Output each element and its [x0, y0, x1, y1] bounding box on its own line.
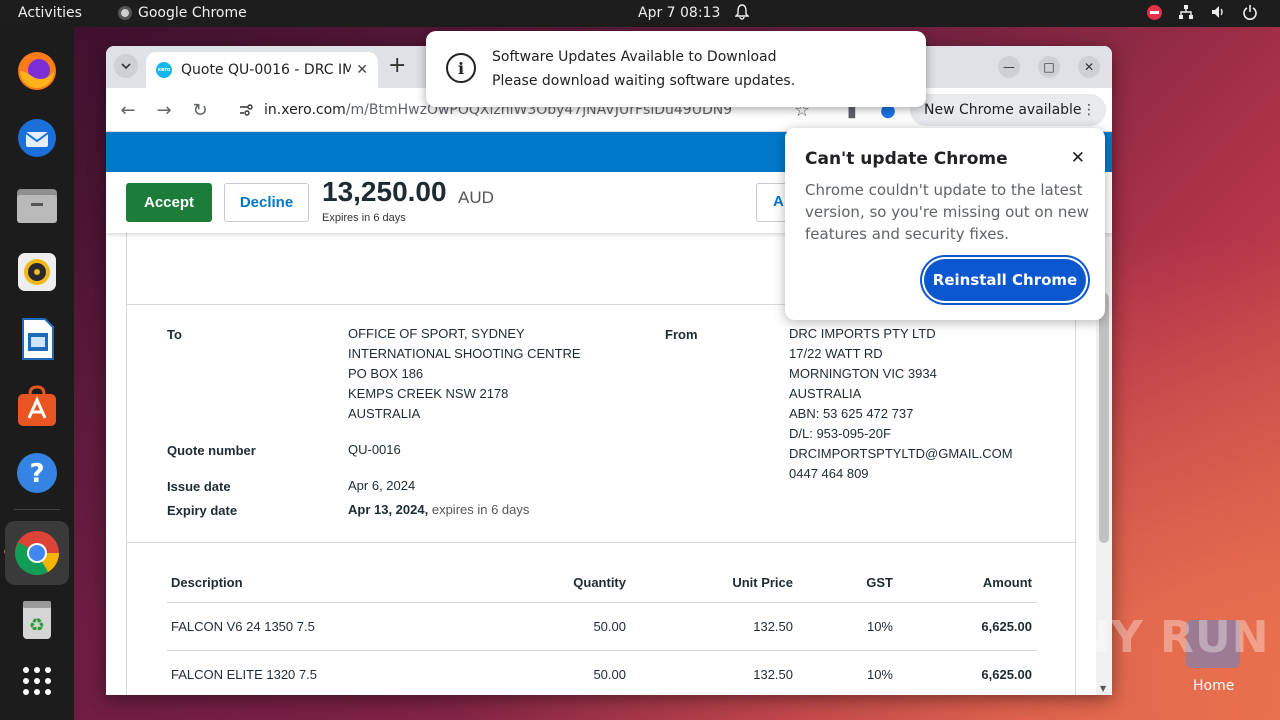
- show-apps-icon[interactable]: [13, 657, 61, 705]
- activities-button[interactable]: Activities: [18, 5, 82, 21]
- row-amount: 6,625.00: [981, 667, 1032, 682]
- firefox-icon[interactable]: [13, 47, 61, 95]
- tab-search-button[interactable]: [114, 54, 138, 78]
- row-gst: 10%: [866, 667, 893, 682]
- update-error-popover: Can't update Chrome ✕ Chrome couldn't up…: [785, 128, 1105, 320]
- from-label: From: [665, 327, 698, 342]
- quote-currency: AUD: [458, 188, 494, 207]
- new-tab-button[interactable]: +: [388, 55, 406, 77]
- row-description: FALCON V6 24 1350 7.5: [171, 619, 315, 634]
- files-icon[interactable]: [13, 181, 61, 229]
- dock-separator: [14, 509, 60, 510]
- libreoffice-writer-icon[interactable]: [13, 315, 61, 363]
- site-info-icon[interactable]: [238, 102, 254, 118]
- xero-favicon-icon: xero: [156, 62, 172, 78]
- row-unit-price: 132.50: [753, 619, 793, 634]
- maximize-button[interactable]: □: [1038, 56, 1060, 78]
- tab-close-icon[interactable]: ✕: [356, 62, 368, 78]
- update-notification[interactable]: i Software Updates Available to Download…: [426, 31, 926, 107]
- quote-total: 13,250.00: [322, 176, 447, 207]
- trash-icon[interactable]: ♻: [13, 595, 61, 643]
- scroll-down-arrow-icon[interactable]: ▼: [1100, 684, 1106, 693]
- bell-icon[interactable]: [735, 4, 749, 20]
- notification-title: Software Updates Available to Download: [492, 49, 777, 65]
- app-center-icon[interactable]: [13, 382, 61, 430]
- row-quantity: 50.00: [593, 619, 626, 634]
- chrome-icon[interactable]: [5, 521, 69, 585]
- rhythmbox-icon[interactable]: [13, 248, 61, 296]
- to-address: OFFICE OF SPORT, SYDNEY INTERNATIONAL SH…: [348, 326, 581, 421]
- popover-body: Chrome couldn't update to the latest ver…: [805, 181, 1089, 243]
- close-window-button[interactable]: ✕: [1078, 56, 1100, 78]
- expiry-date-value: Apr 13, 2024, expires in 6 days: [348, 502, 530, 517]
- do-not-disturb-icon[interactable]: [1146, 4, 1162, 20]
- table-header-divider: [167, 602, 1037, 603]
- notification-body: Please download waiting software updates…: [492, 73, 796, 89]
- col-description: Description: [171, 575, 243, 590]
- decline-button[interactable]: Decline: [224, 183, 309, 222]
- more-menu-icon[interactable]: ⋮: [1082, 102, 1096, 118]
- svg-text:?: ?: [29, 459, 44, 489]
- row-unit-price: 132.50: [753, 667, 793, 682]
- scrollbar-thumb[interactable]: [1099, 293, 1109, 543]
- close-popover-icon[interactable]: ✕: [1071, 148, 1085, 168]
- row-gst: 10%: [866, 619, 893, 634]
- tab-title: Quote QU-0016 - DRC IMPORTS PTY LTD: [181, 62, 351, 78]
- thunderbird-icon[interactable]: [13, 114, 61, 162]
- from-address: DRC IMPORTS PTY LTD 17/22 WATT RD MORNIN…: [789, 326, 1013, 481]
- clock[interactable]: Apr 7 08:13: [638, 5, 720, 21]
- info-icon: i: [446, 53, 476, 83]
- col-gst: GST: [866, 575, 893, 590]
- back-button[interactable]: ←: [118, 100, 138, 121]
- forward-button[interactable]: →: [154, 100, 174, 121]
- top-bar: Activities Google Chrome Apr 7 08:13: [0, 0, 1280, 27]
- app-name: Google Chrome: [138, 5, 247, 21]
- anyrun-watermark: ANY RUN: [1038, 612, 1270, 663]
- new-chrome-available-button[interactable]: New Chrome available ⋮: [910, 94, 1106, 126]
- help-icon[interactable]: ?: [13, 449, 61, 497]
- home-label: Home: [1193, 678, 1235, 694]
- row-amount: 6,625.00: [981, 619, 1032, 634]
- expires-text: Expires in 6 days: [322, 212, 406, 224]
- divider: [127, 542, 1077, 543]
- chevron-down-icon: [121, 63, 131, 70]
- minimize-button[interactable]: —: [998, 56, 1020, 78]
- issue-date-value: Apr 6, 2024: [348, 478, 416, 493]
- new-chrome-label: New Chrome available: [924, 102, 1082, 118]
- issue-date-label: Issue date: [167, 479, 231, 494]
- expiry-date-label: Expiry date: [167, 503, 238, 518]
- tab-quote[interactable]: xero Quote QU-0016 - DRC IMPORTS PTY LTD…: [146, 52, 378, 88]
- accept-button[interactable]: Accept: [126, 183, 212, 222]
- network-icon[interactable]: [1178, 4, 1194, 20]
- reinstall-chrome-button[interactable]: Reinstall Chrome: [924, 259, 1086, 301]
- to-label: To: [167, 327, 182, 342]
- power-icon[interactable]: [1242, 4, 1258, 20]
- quote-number-value: QU-0016: [348, 442, 401, 457]
- row-quantity: 50.00: [593, 667, 626, 682]
- svg-text:♻: ♻: [29, 615, 45, 636]
- row-divider: [167, 650, 1037, 651]
- volume-icon[interactable]: [1210, 4, 1226, 20]
- chrome-small-icon: [118, 6, 132, 20]
- col-quantity: Quantity: [573, 575, 626, 590]
- app-menu[interactable]: Google Chrome: [118, 5, 247, 21]
- reload-button[interactable]: ↻: [190, 100, 210, 121]
- dock: ? ♻: [0, 27, 74, 720]
- col-unit-price: Unit Price: [732, 575, 793, 590]
- popover-title: Can't update Chrome: [805, 149, 1008, 169]
- col-amount: Amount: [982, 575, 1032, 590]
- row-description: FALCON ELITE 1320 7.5: [171, 667, 317, 682]
- quote-number-label: Quote number: [167, 443, 256, 458]
